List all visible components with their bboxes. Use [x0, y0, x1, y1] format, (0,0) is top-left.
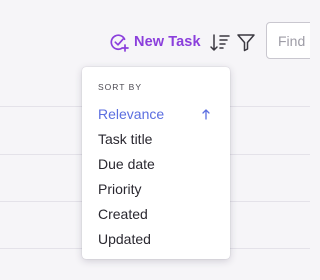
sort-option-due-date[interactable]: Due date [82, 152, 230, 177]
sort-option-label: Due date [98, 156, 155, 172]
search-input[interactable] [266, 22, 310, 59]
new-task-button[interactable]: New Task [109, 31, 201, 53]
new-task-label: New Task [134, 34, 201, 50]
sort-option-created[interactable]: Created [82, 202, 230, 227]
sort-by-dropdown: SORT BY Relevance Task title Due date Pr… [82, 67, 230, 259]
sort-option-priority[interactable]: Priority [82, 177, 230, 202]
sort-option-updated[interactable]: Updated [82, 227, 230, 252]
sort-option-label: Created [98, 206, 148, 222]
filter-funnel-icon[interactable] [236, 32, 256, 52]
circle-check-plus-icon [110, 34, 129, 52]
task-list-page: New Task SORT BY Relevance Task title Du… [0, 0, 310, 280]
sort-option-label: Priority [98, 181, 142, 197]
sort-option-relevance[interactable]: Relevance [82, 102, 230, 127]
sort-option-label: Updated [98, 231, 151, 247]
sort-by-heading: SORT BY [98, 82, 143, 92]
arrow-up-icon[interactable] [200, 108, 212, 120]
sort-descending-icon[interactable] [209, 32, 231, 54]
sort-option-label: Task title [98, 131, 153, 147]
sort-option-task-title[interactable]: Task title [82, 127, 230, 152]
sort-options-list: Relevance Task title Due date Priority C… [82, 102, 230, 252]
sort-option-label: Relevance [98, 106, 165, 122]
